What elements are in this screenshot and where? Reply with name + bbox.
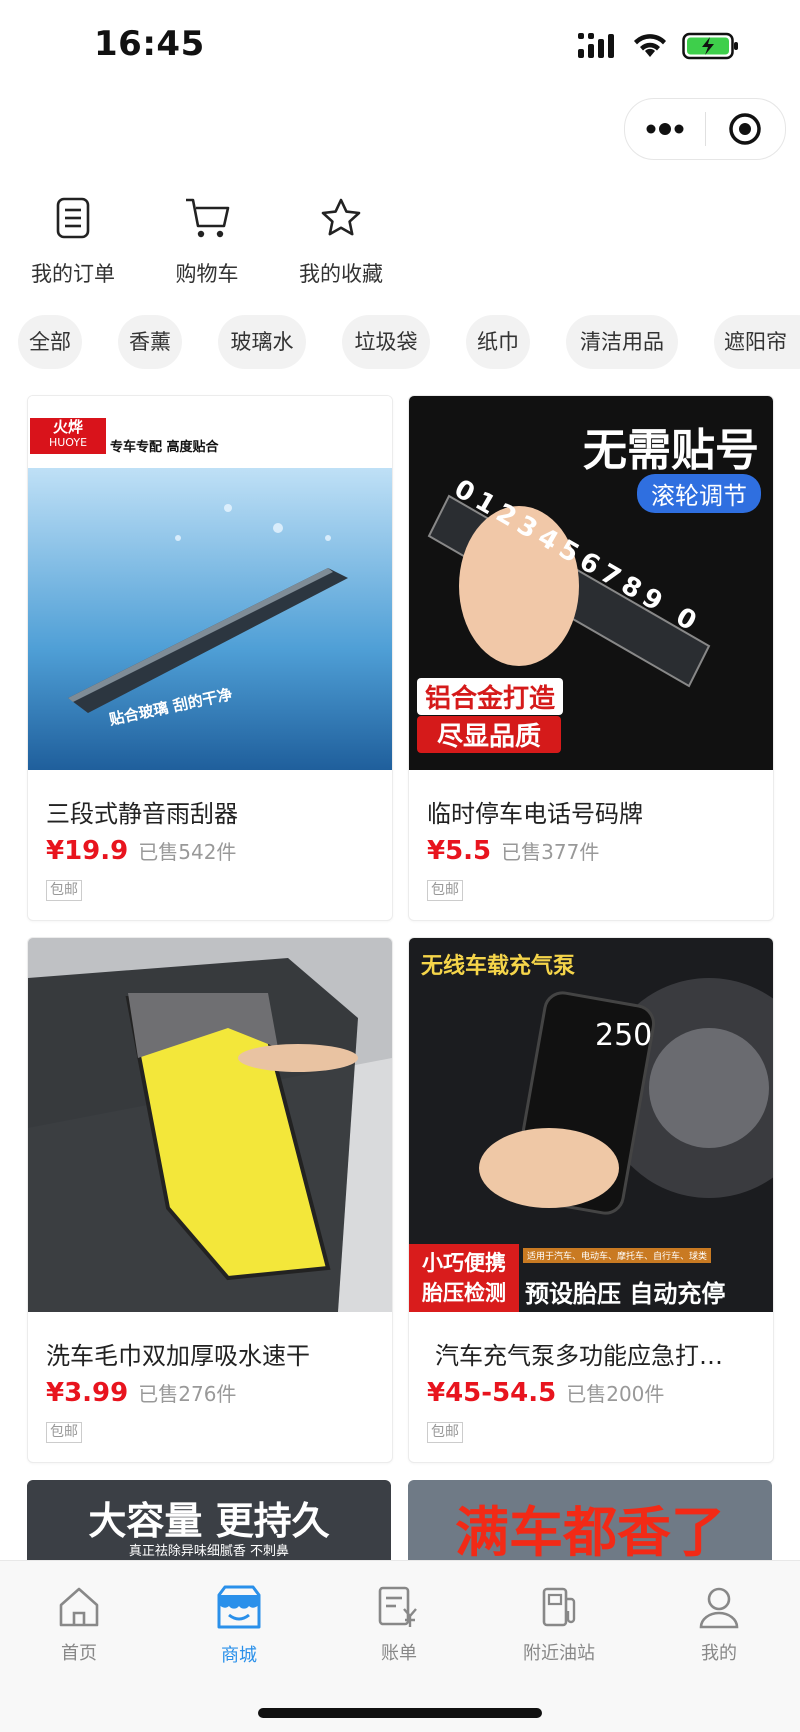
image-headline: 无线车载充气泵 xyxy=(421,954,576,979)
brand-logo-text: 火烨 xyxy=(52,418,83,436)
order-list-icon xyxy=(56,197,90,239)
price-row: ¥45-54.5 已售200件 xyxy=(427,1378,664,1408)
free-shipping-tag: 包邮 xyxy=(427,1422,463,1443)
quick-item-cart[interactable]: 购物车 xyxy=(142,196,272,288)
product-card-partial[interactable]: 大容量 更持久 真正祛除异味细腻香 不刺鼻 xyxy=(27,1480,391,1560)
product-image: 无线车载充气泵 250 小巧便携 胎压检测 适用于汽车、电动车、摩托车、自行车、… xyxy=(409,938,773,1312)
image-sub: 真正祛除异味细腻香 不刺鼻 xyxy=(128,1544,290,1559)
product-card[interactable]: 无需贴号 滚轮调节 0123456789 0 铝合金打造 尽显品质 临时停车电话… xyxy=(408,395,774,921)
category-chip-tissue[interactable]: 纸巾 xyxy=(466,315,530,369)
product-title: 三段式静音雨刮器 xyxy=(46,800,238,828)
product-price: ¥3.99 xyxy=(46,1378,129,1408)
product-sold-count: 已售276件 xyxy=(138,1382,237,1406)
bottom-tab-bar: 首页 商城 账单 附近油站 我的 xyxy=(0,1560,800,1732)
image-bottom-line2: 尽显品质 xyxy=(417,716,562,753)
category-chip-cleaning[interactable]: 清洁用品 xyxy=(566,315,678,369)
product-card-partial[interactable]: 满车都香了 xyxy=(408,1480,772,1560)
more-dots-icon xyxy=(646,123,684,135)
cart-icon xyxy=(186,198,230,238)
category-chip-fragrance[interactable]: 香薰 xyxy=(118,315,182,369)
product-price: ¥5.5 xyxy=(427,836,492,866)
product-title: 洗车毛巾双加厚吸水速干 xyxy=(46,1342,310,1370)
tab-bill[interactable]: 账单 xyxy=(339,1585,459,1665)
tab-label: 商城 xyxy=(221,1645,257,1666)
status-bar: 16:45 xyxy=(0,0,800,100)
image-left-line2: 胎压检测 xyxy=(422,1281,506,1305)
free-shipping-tag: 包邮 xyxy=(427,880,463,901)
more-button[interactable] xyxy=(625,99,705,159)
tab-gas-station[interactable]: 附近油站 xyxy=(499,1585,619,1665)
product-sold-count: 已售200件 xyxy=(566,1382,665,1406)
product-image xyxy=(28,938,392,1312)
image-banner-text: 专车专配 高度贴合 xyxy=(110,440,219,455)
image-bottom-line1: 铝合金打造 xyxy=(417,678,564,715)
product-card[interactable]: 无线车载充气泵 250 小巧便携 胎压检测 适用于汽车、电动车、摩托车、自行车、… xyxy=(408,937,774,1463)
image-headline: 满车都香了 xyxy=(455,1501,725,1560)
quick-nav: 我的订单 购物车 我的收藏 xyxy=(0,196,400,296)
close-miniprogram-button[interactable] xyxy=(706,99,786,159)
quick-item-label: 购物车 xyxy=(175,262,239,286)
category-chip-all[interactable]: 全部 xyxy=(18,315,82,369)
image-small-note: 适用于汽车、电动车、摩托车、自行车、球类 xyxy=(523,1248,712,1263)
tab-label: 首页 xyxy=(61,1643,97,1664)
tab-label: 我的 xyxy=(701,1643,737,1664)
category-chip-trash-bags[interactable]: 垃圾袋 xyxy=(342,315,430,369)
product-card[interactable]: 火烨 HUOYE 专车专配 高度贴合 贴合玻璃 刮的干净 三段式静音雨刮器 ¥1… xyxy=(27,395,393,921)
status-icons xyxy=(578,32,740,60)
home-indicator xyxy=(258,1708,542,1718)
category-chip-washer-fluid[interactable]: 玻璃水 xyxy=(218,315,306,369)
home-icon xyxy=(59,1587,99,1627)
product-image: 火烨 HUOYE 专车专配 高度贴合 贴合玻璃 刮的干净 xyxy=(28,396,392,770)
category-chip-sunshade[interactable]: 遮阳帘 xyxy=(714,315,800,369)
free-shipping-tag: 包邮 xyxy=(46,880,82,901)
tab-shop[interactable]: 商城 xyxy=(179,1585,299,1667)
star-icon xyxy=(321,198,361,236)
quick-item-label: 我的订单 xyxy=(31,262,115,286)
bill-icon xyxy=(378,1586,417,1627)
quick-item-label: 我的收藏 xyxy=(299,262,383,286)
product-price: ¥45-54.5 xyxy=(427,1378,557,1408)
category-filter-row: 全部 香薰 玻璃水 垃圾袋 纸巾 清洁用品 遮阳帘 xyxy=(0,315,800,369)
product-sold-count: 已售377件 xyxy=(501,840,600,864)
image-headline: 大容量 更持久 xyxy=(88,1499,330,1543)
tab-profile[interactable]: 我的 xyxy=(659,1585,779,1665)
image-right-text: 预设胎压 自动充停 xyxy=(525,1280,726,1308)
miniprogram-capsule xyxy=(624,98,786,160)
image-left-line1: 小巧便携 xyxy=(422,1251,506,1275)
wiper-photo xyxy=(28,468,392,770)
product-card[interactable]: 洗车毛巾双加厚吸水速干 ¥3.99 已售276件 包邮 xyxy=(27,937,393,1463)
user-icon xyxy=(699,1587,739,1629)
tab-home[interactable]: 首页 xyxy=(19,1585,139,1665)
wifi-icon xyxy=(634,34,666,57)
brand-logo-en: HUOYE xyxy=(48,436,88,449)
gas-station-icon xyxy=(542,1587,576,1627)
product-title: 汽车充气泵多功能应急打… xyxy=(435,1342,723,1370)
product-price: ¥19.9 xyxy=(46,836,129,866)
status-time: 16:45 xyxy=(94,24,205,64)
air-pump-photo xyxy=(479,978,773,1215)
price-row: ¥3.99 已售276件 xyxy=(46,1378,236,1408)
price-row: ¥5.5 已售377件 xyxy=(427,836,599,866)
quick-item-favorites[interactable]: 我的收藏 xyxy=(276,196,406,288)
target-close-icon xyxy=(729,113,761,145)
free-shipping-tag: 包邮 xyxy=(46,1422,82,1443)
battery-charging-icon xyxy=(682,32,738,60)
tab-label: 账单 xyxy=(381,1643,417,1664)
price-row: ¥19.9 已售542件 xyxy=(46,836,236,866)
towel-photo xyxy=(28,938,392,1312)
cellular-signal-icon xyxy=(578,33,614,58)
tab-label: 附近油站 xyxy=(523,1643,595,1664)
product-title: 临时停车电话号码牌 xyxy=(427,800,643,828)
quick-item-orders[interactable]: 我的订单 xyxy=(8,196,138,288)
shop-icon xyxy=(217,1585,261,1629)
product-image: 无需贴号 滚轮调节 0123456789 0 铝合金打造 尽显品质 xyxy=(409,396,773,770)
product-sold-count: 已售542件 xyxy=(138,840,237,864)
pump-display: 250 xyxy=(595,1018,653,1053)
